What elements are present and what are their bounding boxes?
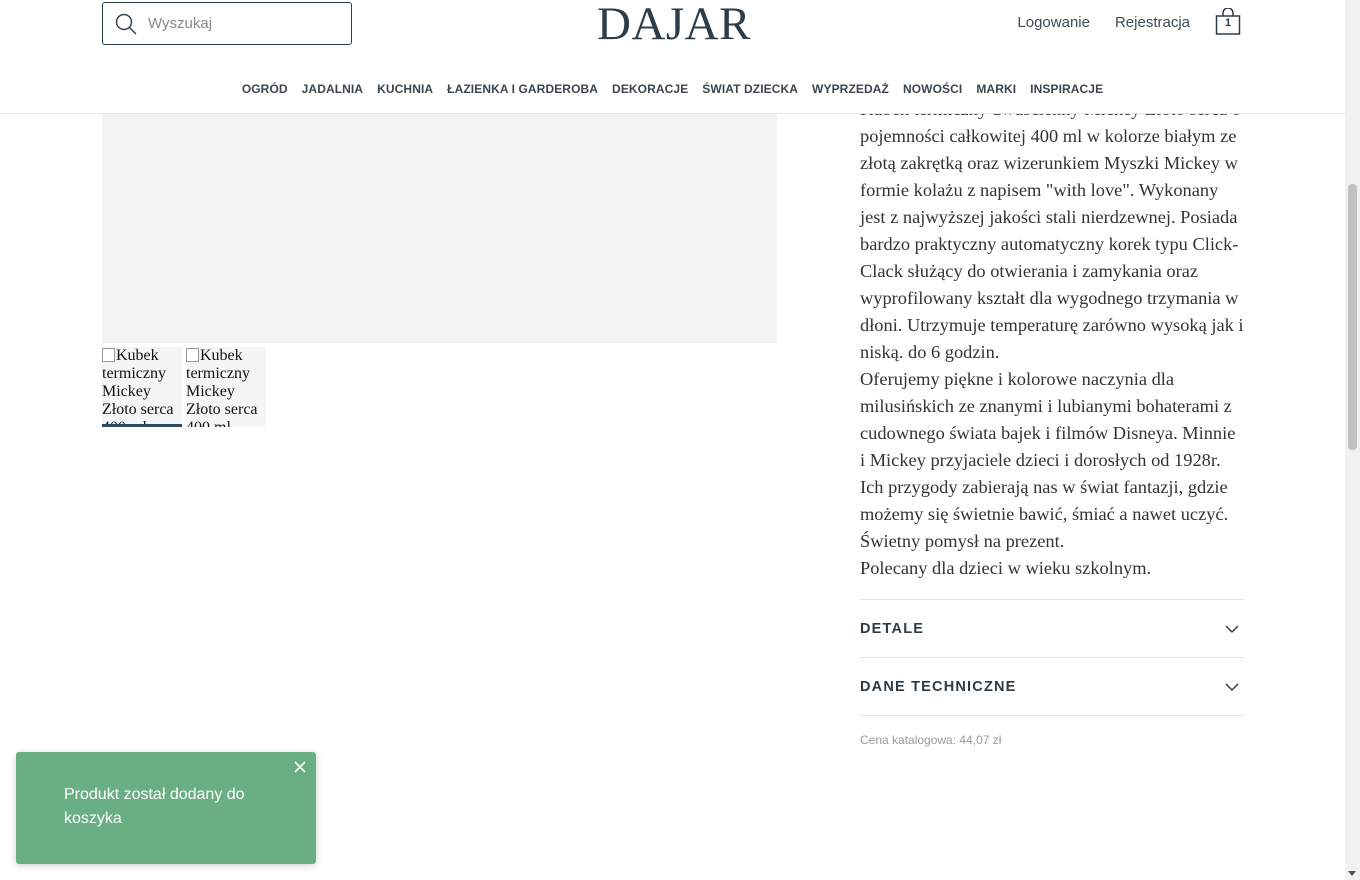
scrollbar-thumb[interactable] — [1348, 184, 1357, 450]
nav-item-ogrod[interactable]: OGRÓD — [235, 82, 295, 96]
nav-item-kuchnia[interactable]: KUCHNIA — [370, 82, 440, 96]
nav-item-nowosci[interactable]: NOWOŚCI — [896, 82, 969, 96]
register-link[interactable]: Rejestracja — [1115, 14, 1190, 31]
accordion-technical-data-label: DANE TECHNICZNE — [860, 678, 1017, 695]
chevron-down-icon — [1225, 625, 1239, 633]
account-links: Logowanie Rejestracja 1 — [1017, 7, 1241, 36]
scroll-down-arrow-icon[interactable] — [1348, 871, 1356, 876]
broken-image-icon — [186, 348, 199, 362]
broken-image-icon — [102, 348, 115, 362]
added-to-cart-toast: Produkt został dodany do koszyka — [16, 752, 316, 864]
cart-count-badge: 1 — [1224, 17, 1232, 29]
description-paragraph: Świetny pomysł na prezent. — [860, 531, 1065, 551]
catalog-price: Cena katalogowa: 44,07 zł — [860, 733, 1002, 747]
nav-item-jadalnia[interactable]: JADALNIA — [295, 82, 370, 96]
description-paragraph: Oferujemy piękne i kolorowe naczynia dla… — [860, 369, 1236, 524]
search-box[interactable] — [102, 2, 352, 45]
description-paragraph: Kubek termiczny dwuścienny Mickey Złoto … — [860, 99, 1244, 362]
main-navigation: OGRÓD JADALNIA KUCHNIA ŁAZIENKA I GARDER… — [0, 82, 1345, 96]
cart-button[interactable]: 1 — [1215, 7, 1241, 36]
product-thumbnail-1[interactable]: Kubek termiczny Mickey Złoto serca 400 m… — [102, 347, 182, 427]
nav-item-inspiracje[interactable]: INSPIRACJE — [1023, 82, 1110, 96]
description-paragraph: Polecany dla dzieci w wieku szkolnym. — [860, 558, 1152, 578]
nav-item-swiat-dziecka[interactable]: ŚWIAT DZIECKA — [695, 82, 805, 96]
product-accordion: DETALE DANE TECHNICZNE — [860, 599, 1244, 716]
chevron-down-icon — [1225, 683, 1239, 691]
page-scrollbar[interactable] — [1345, 0, 1360, 880]
product-thumbnail-2[interactable]: Kubek termiczny Mickey Złoto serca 400 m… — [186, 347, 266, 427]
nav-item-lazienka-i-garderoba[interactable]: ŁAZIENKA I GARDEROBA — [440, 82, 605, 96]
search-icon[interactable] — [115, 13, 137, 35]
site-logo[interactable]: DAJAR — [597, 0, 751, 52]
search-input[interactable] — [148, 15, 328, 32]
close-icon[interactable] — [293, 760, 307, 774]
nav-item-dekoracje[interactable]: DEKORACJE — [605, 82, 695, 96]
product-thumbnails: Kubek termiczny Mickey Złoto serca 400 m… — [102, 347, 266, 427]
nav-item-marki[interactable]: MARKI — [969, 82, 1023, 96]
site-header: DAJAR Logowanie Rejestracja 1 OGRÓD JADA… — [0, 0, 1345, 114]
accordion-details-label: DETALE — [860, 620, 925, 637]
accordion-technical-data[interactable]: DANE TECHNICZNE — [860, 658, 1244, 716]
login-link[interactable]: Logowanie — [1017, 14, 1090, 31]
accordion-details[interactable]: DETALE — [860, 600, 1244, 658]
toast-message: Produkt został dodany do koszyka — [64, 786, 245, 827]
nav-item-wyprzedaz[interactable]: WYPRZEDAŻ — [805, 82, 896, 96]
